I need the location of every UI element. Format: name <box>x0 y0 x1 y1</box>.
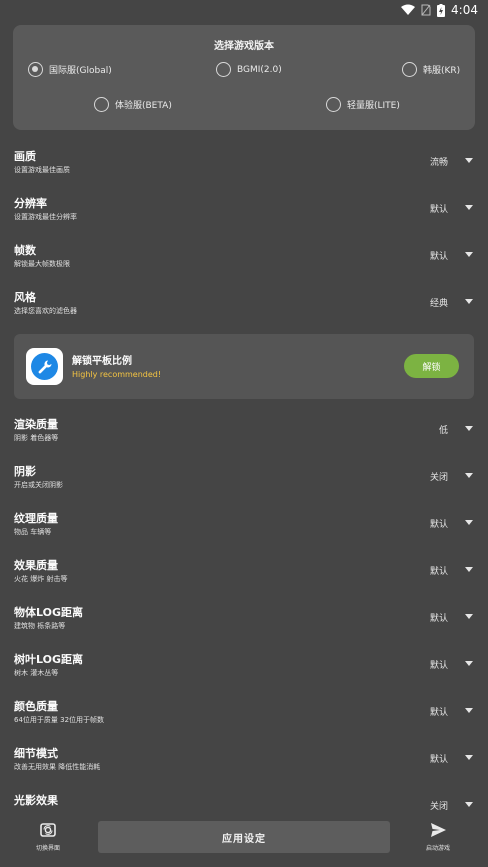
setting-foliage-lod-distance[interactable]: 树叶LOG距离 树木 灌木丛等 默认 <box>0 646 488 690</box>
radio-label: 体验服(BETA) <box>115 101 172 111</box>
setting-desc: 64位用于质量 32位用于帧数 <box>14 716 105 724</box>
clock: 4:04 <box>451 3 478 17</box>
setting-style[interactable]: 风格 选择您喜欢的滤色器 经典 <box>0 284 488 328</box>
app-icon <box>26 348 63 385</box>
radio-unchecked-icon <box>402 62 417 77</box>
setting-title: 阴影 <box>14 465 36 478</box>
setting-title: 纹理质量 <box>14 512 58 525</box>
radio-unchecked-icon <box>94 97 109 112</box>
setting-object-lod-distance[interactable]: 物体LOG距离 建筑物 栎条路等 默认 <box>0 599 488 643</box>
setting-desc: 树木 灌木丛等 <box>14 669 59 677</box>
dropdown-arrow-icon <box>465 708 473 713</box>
setting-title: 分辨率 <box>14 197 47 210</box>
setting-title: 风格 <box>14 291 36 304</box>
setting-render-quality[interactable]: 渲染质量 阴影 着色器等 低 <box>0 411 488 455</box>
setting-value: 关闭 <box>429 473 448 483</box>
setting-shadows[interactable]: 阴影 开启或关闭阴影 关闭 <box>0 458 488 502</box>
bottom-action-bar: 切换界面 应用设定 启动游戏 <box>0 815 488 867</box>
battery-charging-icon <box>437 3 446 17</box>
setting-value: 默认 <box>429 755 448 765</box>
setting-desc: 改善无用效果 降低性能消耗 <box>14 763 101 771</box>
setting-desc: 选择您喜欢的滤色器 <box>14 307 77 315</box>
apply-settings-button[interactable]: 应用设定 <box>98 821 390 853</box>
dropdown-arrow-icon <box>465 252 473 257</box>
radio-lite[interactable]: 轻量服(LITE) <box>326 97 400 112</box>
setting-value: 默认 <box>429 567 448 577</box>
version-selector-title: 选择游戏版本 <box>214 41 274 52</box>
setting-desc: 物品 车辆等 <box>14 528 52 536</box>
launch-game-label: 启动游戏 <box>425 845 450 852</box>
wifi-icon <box>401 4 416 15</box>
launch-game-button[interactable]: 启动游戏 <box>408 821 468 861</box>
dropdown-arrow-icon <box>465 426 473 431</box>
dropdown-arrow-icon <box>465 802 473 807</box>
switch-interface-button[interactable]: 切换界面 <box>18 821 78 861</box>
radio-unchecked-icon <box>216 62 231 77</box>
setting-desc: 解锁最大帧数极限 <box>14 260 70 268</box>
setting-desc: 阴影 着色器等 <box>14 434 59 442</box>
dropdown-arrow-icon <box>465 520 473 525</box>
setting-color-quality[interactable]: 颜色质量 64位用于质量 32位用于帧数 默认 <box>0 693 488 737</box>
radio-global[interactable]: 国际服(Global) <box>28 62 112 77</box>
setting-desc: 设置游戏最佳画质 <box>14 166 70 174</box>
setting-value: 默认 <box>429 252 448 262</box>
setting-effects-quality[interactable]: 效果质量 火花 爆炸 射击等 默认 <box>0 552 488 596</box>
setting-desc: 设置游戏最佳分辨率 <box>14 213 77 221</box>
setting-value: 关闭 <box>429 802 448 812</box>
radio-bgmi[interactable]: BGMI(2.0) <box>216 62 282 77</box>
setting-title: 细节模式 <box>14 747 58 760</box>
setting-frame-rate[interactable]: 帧数 解锁最大帧数极限 默认 <box>0 237 488 281</box>
setting-value: 低 <box>438 426 448 436</box>
radio-label: BGMI(2.0) <box>237 64 282 75</box>
dropdown-arrow-icon <box>465 299 473 304</box>
version-selector-card: 选择游戏版本 国际服(Global) BGMI(2.0) 韩服(KR) 体验服(… <box>13 25 475 130</box>
setting-title: 渲染质量 <box>14 418 58 431</box>
wrench-icon <box>38 360 51 373</box>
promo-subtitle: Highly recommended! <box>72 370 162 379</box>
setting-title: 物体LOG距离 <box>14 606 83 619</box>
setting-value: 经典 <box>429 299 448 309</box>
no-sim-icon <box>421 4 431 16</box>
setting-value: 默认 <box>429 708 448 718</box>
dropdown-arrow-icon <box>465 755 473 760</box>
radio-unchecked-icon <box>326 97 341 112</box>
setting-title: 颜色质量 <box>14 700 58 713</box>
send-icon <box>431 823 446 837</box>
switch-camera-icon <box>40 823 56 837</box>
dropdown-arrow-icon <box>465 205 473 210</box>
dropdown-arrow-icon <box>465 614 473 619</box>
radio-checked-icon <box>28 62 43 77</box>
dropdown-arrow-icon <box>465 661 473 666</box>
setting-detail-mode[interactable]: 细节模式 改善无用效果 降低性能消耗 默认 <box>0 740 488 784</box>
setting-desc: 开启或关闭阴影 <box>14 481 63 489</box>
setting-value: 默认 <box>429 614 448 624</box>
status-bar: 4:04 <box>0 0 488 20</box>
dropdown-arrow-icon <box>465 473 473 478</box>
radio-kr[interactable]: 韩服(KR) <box>402 62 460 77</box>
setting-desc: 建筑物 栎条路等 <box>14 622 66 630</box>
setting-desc: 火花 爆炸 射击等 <box>14 575 68 583</box>
radio-label: 韩服(KR) <box>423 66 461 76</box>
unlock-button[interactable]: 解锁 <box>404 354 459 378</box>
radio-label: 国际服(Global) <box>49 66 112 76</box>
setting-value: 默认 <box>429 520 448 530</box>
setting-value: 默认 <box>429 205 448 215</box>
setting-resolution[interactable]: 分辨率 设置游戏最佳分辨率 默认 <box>0 190 488 234</box>
unlock-tablet-ratio-card: 解锁平板比例 Highly recommended! 解锁 <box>14 334 474 399</box>
setting-title: 光影效果 <box>14 794 58 807</box>
setting-value: 流畅 <box>429 158 448 168</box>
setting-texture-quality[interactable]: 纹理质量 物品 车辆等 默认 <box>0 505 488 549</box>
dropdown-arrow-icon <box>465 158 473 163</box>
setting-title: 效果质量 <box>14 559 58 572</box>
setting-value: 默认 <box>429 661 448 671</box>
promo-title: 解锁平板比例 <box>72 356 132 367</box>
setting-title: 帧数 <box>14 244 36 257</box>
setting-graphics-quality[interactable]: 画质 设置游戏最佳画质 流畅 <box>0 143 488 187</box>
dropdown-arrow-icon <box>465 567 473 572</box>
radio-label: 轻量服(LITE) <box>347 101 400 111</box>
radio-beta[interactable]: 体验服(BETA) <box>94 97 172 112</box>
setting-title: 树叶LOG距离 <box>14 653 83 666</box>
setting-title: 画质 <box>14 150 36 163</box>
switch-interface-label: 切换界面 <box>35 845 60 852</box>
